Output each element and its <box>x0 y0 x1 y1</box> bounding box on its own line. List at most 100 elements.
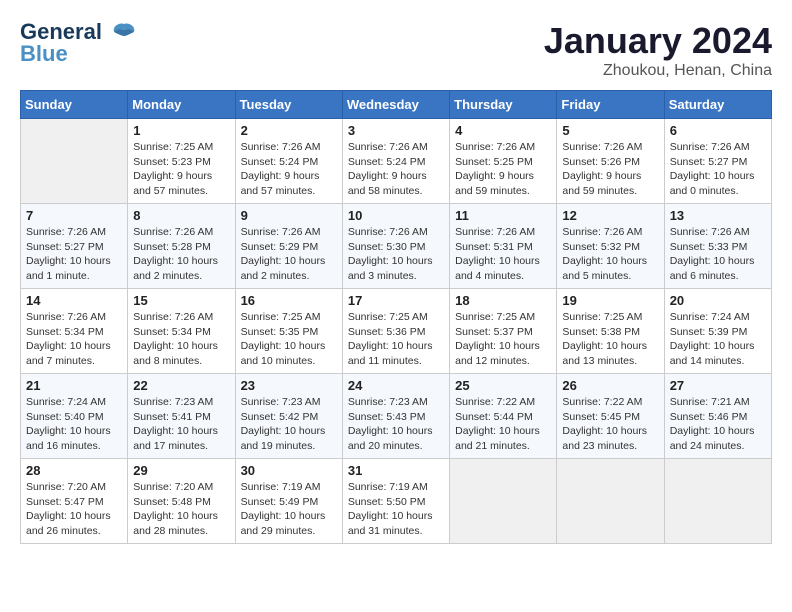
weekday-header: Wednesday <box>342 91 449 119</box>
day-info: Sunrise: 7:24 AMSunset: 5:39 PMDaylight:… <box>670 310 766 369</box>
day-info: Sunrise: 7:25 AMSunset: 5:35 PMDaylight:… <box>241 310 337 369</box>
day-number: 2 <box>241 123 337 138</box>
calendar-subtitle: Zhoukou, Henan, China <box>544 62 772 80</box>
day-info: Sunrise: 7:26 AMSunset: 5:30 PMDaylight:… <box>348 225 444 284</box>
calendar-cell: 12 Sunrise: 7:26 AMSunset: 5:32 PMDayligh… <box>557 204 664 289</box>
title-block: January 2024 Zhoukou, Henan, China <box>544 20 772 80</box>
calendar-cell <box>557 459 664 544</box>
calendar-cell: 11Sunrise: 7:26 AMSunset: 5:31 PMDayligh… <box>450 204 557 289</box>
day-number: 3 <box>348 123 444 138</box>
day-number: 16 <box>241 293 337 308</box>
day-info: Sunrise: 7:26 AMSunset: 5:33 PMDaylight:… <box>670 225 766 284</box>
day-number: 7 <box>26 208 122 223</box>
day-number: 19 <box>562 293 658 308</box>
day-info: Sunrise: 7:23 AMSunset: 5:41 PMDaylight:… <box>133 395 229 454</box>
day-info: Sunrise: 7:26 AMSunset: 5:32 PMDaylight:… <box>562 225 658 284</box>
calendar-cell: 26 Sunrise: 7:22 AMSunset: 5:45 PMDayligh… <box>557 374 664 459</box>
day-info: Sunrise: 7:25 AMSunset: 5:38 PMDaylight:… <box>562 310 658 369</box>
day-number: 8 <box>133 208 229 223</box>
day-number: 24 <box>348 378 444 393</box>
day-number: 31 <box>348 463 444 478</box>
calendar-cell: 8 Sunrise: 7:26 AMSunset: 5:28 PMDaylight… <box>128 204 235 289</box>
calendar-cell: 2 Sunrise: 7:26 AMSunset: 5:24 PMDaylight… <box>235 119 342 204</box>
day-info: Sunrise: 7:22 AMSunset: 5:45 PMDaylight:… <box>562 395 658 454</box>
day-number: 14 <box>26 293 122 308</box>
calendar-cell: 18 Sunrise: 7:25 AMSunset: 5:37 PMDayligh… <box>450 289 557 374</box>
day-number: 15 <box>133 293 229 308</box>
calendar-week-row: 7Sunrise: 7:26 AMSunset: 5:27 PMDaylight… <box>21 204 772 289</box>
day-info: Sunrise: 7:21 AMSunset: 5:46 PMDaylight:… <box>670 395 766 454</box>
day-info: Sunrise: 7:26 AMSunset: 5:27 PMDaylight:… <box>670 140 766 199</box>
day-info: Sunrise: 7:19 AMSunset: 5:50 PMDaylight:… <box>348 480 444 539</box>
calendar-cell <box>450 459 557 544</box>
day-number: 10 <box>348 208 444 223</box>
page-header: General Blue January 2024 Zhoukou, Henan… <box>20 20 772 80</box>
day-info: Sunrise: 7:26 AMSunset: 5:34 PMDaylight:… <box>26 310 122 369</box>
day-info: Sunrise: 7:23 AMSunset: 5:43 PMDaylight:… <box>348 395 444 454</box>
calendar-week-row: 28Sunrise: 7:20 AMSunset: 5:47 PMDayligh… <box>21 459 772 544</box>
calendar-cell: 15 Sunrise: 7:26 AMSunset: 5:34 PMDayligh… <box>128 289 235 374</box>
day-info: Sunrise: 7:26 AMSunset: 5:24 PMDaylight:… <box>241 140 337 199</box>
logo-bird-icon <box>110 22 138 44</box>
calendar-cell: 17Sunrise: 7:25 AMSunset: 5:36 PMDayligh… <box>342 289 449 374</box>
day-info: Sunrise: 7:26 AMSunset: 5:25 PMDaylight:… <box>455 140 551 199</box>
calendar-cell: 27 Sunrise: 7:21 AMSunset: 5:46 PMDayligh… <box>664 374 771 459</box>
weekday-header: Saturday <box>664 91 771 119</box>
day-number: 27 <box>670 378 766 393</box>
calendar-cell: 25Sunrise: 7:22 AMSunset: 5:44 PMDayligh… <box>450 374 557 459</box>
logo: General Blue <box>20 20 138 66</box>
day-number: 28 <box>26 463 122 478</box>
day-info: Sunrise: 7:25 AMSunset: 5:36 PMDaylight:… <box>348 310 444 369</box>
day-info: Sunrise: 7:26 AMSunset: 5:26 PMDaylight:… <box>562 140 658 199</box>
day-number: 5 <box>562 123 658 138</box>
day-number: 18 <box>455 293 551 308</box>
calendar-cell: 23Sunrise: 7:23 AMSunset: 5:42 PMDayligh… <box>235 374 342 459</box>
calendar-cell: 1 Sunrise: 7:25 AMSunset: 5:23 PMDaylight… <box>128 119 235 204</box>
calendar-cell: 5 Sunrise: 7:26 AMSunset: 5:26 PMDaylight… <box>557 119 664 204</box>
calendar-table: SundayMondayTuesdayWednesdayThursdayFrid… <box>20 90 772 544</box>
logo-blue-text: Blue <box>20 42 138 66</box>
calendar-cell: 20Sunrise: 7:24 AMSunset: 5:39 PMDayligh… <box>664 289 771 374</box>
day-info: Sunrise: 7:26 AMSunset: 5:34 PMDaylight:… <box>133 310 229 369</box>
calendar-cell: 10 Sunrise: 7:26 AMSunset: 5:30 PMDayligh… <box>342 204 449 289</box>
day-number: 25 <box>455 378 551 393</box>
calendar-cell: 24 Sunrise: 7:23 AMSunset: 5:43 PMDayligh… <box>342 374 449 459</box>
day-info: Sunrise: 7:25 AMSunset: 5:23 PMDaylight:… <box>133 140 229 199</box>
day-number: 13 <box>670 208 766 223</box>
calendar-week-row: 14 Sunrise: 7:26 AMSunset: 5:34 PMDayligh… <box>21 289 772 374</box>
day-info: Sunrise: 7:25 AMSunset: 5:37 PMDaylight:… <box>455 310 551 369</box>
calendar-cell: 19 Sunrise: 7:25 AMSunset: 5:38 PMDayligh… <box>557 289 664 374</box>
weekday-header: Sunday <box>21 91 128 119</box>
calendar-cell: 7Sunrise: 7:26 AMSunset: 5:27 PMDaylight… <box>21 204 128 289</box>
weekday-header: Monday <box>128 91 235 119</box>
day-number: 4 <box>455 123 551 138</box>
calendar-week-row: 21Sunrise: 7:24 AMSunset: 5:40 PMDayligh… <box>21 374 772 459</box>
calendar-body: 1 Sunrise: 7:25 AMSunset: 5:23 PMDaylight… <box>21 119 772 544</box>
weekday-header: Friday <box>557 91 664 119</box>
calendar-header: SundayMondayTuesdayWednesdayThursdayFrid… <box>21 91 772 119</box>
calendar-title: January 2024 <box>544 20 772 62</box>
calendar-cell: 29 Sunrise: 7:20 AMSunset: 5:48 PMDayligh… <box>128 459 235 544</box>
day-info: Sunrise: 7:20 AMSunset: 5:48 PMDaylight:… <box>133 480 229 539</box>
day-number: 12 <box>562 208 658 223</box>
day-info: Sunrise: 7:23 AMSunset: 5:42 PMDaylight:… <box>241 395 337 454</box>
calendar-cell: 13 Sunrise: 7:26 AMSunset: 5:33 PMDayligh… <box>664 204 771 289</box>
calendar-cell: 22 Sunrise: 7:23 AMSunset: 5:41 PMDayligh… <box>128 374 235 459</box>
day-number: 26 <box>562 378 658 393</box>
day-info: Sunrise: 7:24 AMSunset: 5:40 PMDaylight:… <box>26 395 122 454</box>
weekday-row: SundayMondayTuesdayWednesdayThursdayFrid… <box>21 91 772 119</box>
calendar-cell <box>664 459 771 544</box>
day-number: 29 <box>133 463 229 478</box>
day-number: 22 <box>133 378 229 393</box>
day-info: Sunrise: 7:26 AMSunset: 5:24 PMDaylight:… <box>348 140 444 199</box>
calendar-cell: 3 Sunrise: 7:26 AMSunset: 5:24 PMDaylight… <box>342 119 449 204</box>
day-number: 11 <box>455 208 551 223</box>
day-info: Sunrise: 7:26 AMSunset: 5:28 PMDaylight:… <box>133 225 229 284</box>
calendar-cell: 4 Sunrise: 7:26 AMSunset: 5:25 PMDaylight… <box>450 119 557 204</box>
calendar-cell: 31 Sunrise: 7:19 AMSunset: 5:50 PMDayligh… <box>342 459 449 544</box>
calendar-cell: 6Sunrise: 7:26 AMSunset: 5:27 PMDaylight… <box>664 119 771 204</box>
weekday-header: Tuesday <box>235 91 342 119</box>
day-number: 1 <box>133 123 229 138</box>
day-number: 9 <box>241 208 337 223</box>
calendar-cell: 28Sunrise: 7:20 AMSunset: 5:47 PMDayligh… <box>21 459 128 544</box>
